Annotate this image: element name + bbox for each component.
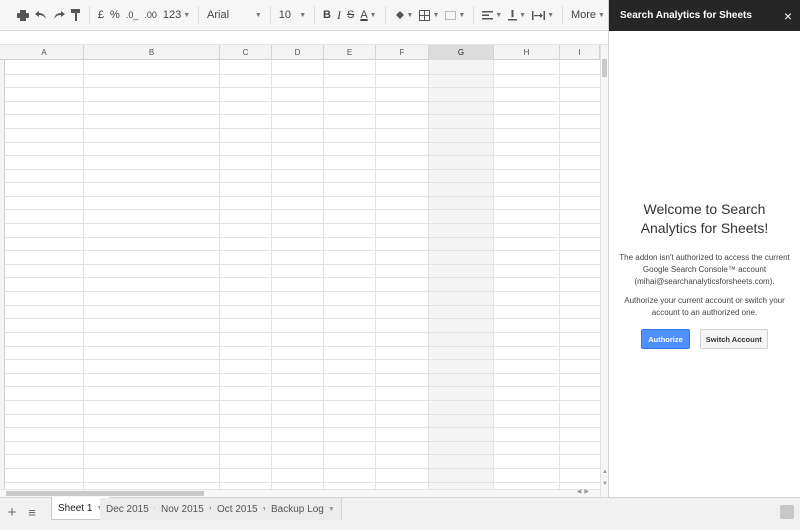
horizontal-scrollbar[interactable]: ◀▶ <box>0 489 600 497</box>
formula-bar[interactable] <box>0 31 608 45</box>
percent-format-button[interactable]: % <box>107 4 123 26</box>
authorization-instruction: Authorize your current account or switch… <box>624 296 785 317</box>
number-format-dropdown[interactable]: 123 ▼ <box>160 4 193 26</box>
horizontal-align-button[interactable]: ▼ <box>479 4 505 26</box>
scroll-thumb[interactable] <box>602 59 607 77</box>
vertical-align-button[interactable]: ▼ <box>505 4 529 26</box>
chevron-down-icon: ▼ <box>369 11 377 19</box>
redo-icon[interactable] <box>50 4 68 26</box>
sheet-tab-label: Backup Log <box>271 503 324 515</box>
explore-icon[interactable] <box>780 505 794 519</box>
sheet-tab-label: Oct 2015 <box>217 503 258 515</box>
column-header[interactable]: D <box>272 45 324 60</box>
number-format-label: 123 <box>162 9 182 21</box>
column-header[interactable]: A <box>5 45 84 60</box>
print-icon[interactable] <box>14 4 32 26</box>
merge-cells-icon <box>445 10 457 20</box>
grid-lines <box>5 60 600 497</box>
chevron-down-icon: ▼ <box>432 11 440 19</box>
spreadsheet-grid[interactable]: ABCDEFGHI <box>0 45 600 497</box>
font-family-dropdown[interactable]: Arial ▼ <box>204 4 265 26</box>
divider <box>198 6 200 24</box>
divider <box>269 6 271 24</box>
column-header[interactable]: F <box>376 45 429 60</box>
sidebar-title: Search Analytics for Sheets <box>620 10 752 21</box>
more-label: More <box>570 9 597 21</box>
undo-icon[interactable] <box>32 4 50 26</box>
sheet-tab[interactable]: Backup Log ▼ <box>265 498 342 520</box>
font-family-label: Arial <box>207 9 230 21</box>
chevron-down-icon: ▼ <box>519 11 527 19</box>
divider <box>384 6 386 24</box>
column-header[interactable]: B <box>84 45 220 60</box>
increase-decimal-button[interactable]: .00 <box>141 4 160 26</box>
column-header[interactable]: I <box>560 45 600 60</box>
all-sheets-icon[interactable]: ≡ <box>24 504 40 522</box>
decrease-decimal-button[interactable]: .0_ <box>123 4 142 26</box>
strikethrough-button[interactable]: S <box>344 4 357 26</box>
toolbar: £ % .0_ .00 123 ▼ Arial ▼ 10 ▼ B I S A ▼ ▼ ▼… <box>0 0 608 31</box>
column-header[interactable]: H <box>494 45 560 60</box>
column-header[interactable]: E <box>324 45 376 60</box>
chevron-down-icon[interactable]: ▼ <box>328 506 335 513</box>
text-color-button[interactable]: A ▼ <box>357 4 379 26</box>
text-wrap-button[interactable]: ▼ <box>529 4 557 26</box>
scroll-arrows-icon[interactable]: ◀▶ <box>577 488 592 495</box>
divider <box>562 6 563 24</box>
sidebar-header: Search Analytics for Sheets × <box>609 0 800 31</box>
sidebar-body: Welcome to Search Analytics for Sheets! … <box>609 200 800 349</box>
welcome-heading: Welcome to Search Analytics for Sheets! <box>640 201 769 236</box>
switch-account-button[interactable]: Switch Account <box>699 329 768 349</box>
authorize-button[interactable]: Authorize <box>641 329 690 349</box>
borders-icon <box>419 9 431 21</box>
chevron-down-icon: ▼ <box>183 11 191 19</box>
sheet-tab-label: Sheet 1 <box>58 502 93 514</box>
scroll-thumb[interactable] <box>6 491 204 496</box>
merge-cells-button[interactable]: ▼ <box>442 4 468 26</box>
addon-sidebar: Search Analytics for Sheets × Welcome to… <box>608 0 800 497</box>
close-icon[interactable]: × <box>784 9 792 23</box>
font-size-label: 10 <box>278 9 291 21</box>
chevron-down-icon: ▼ <box>458 11 466 19</box>
align-left-icon <box>482 10 494 19</box>
sidebar-actions: Authorize Switch Account <box>617 329 792 349</box>
borders-button[interactable]: ▼ <box>416 4 442 26</box>
column-header[interactable]: G <box>429 45 494 60</box>
chevron-down-icon: ▼ <box>299 11 307 19</box>
text-color-label: A <box>360 9 368 21</box>
more-menu-button[interactable]: More ▼ <box>568 4 608 26</box>
add-sheet-icon[interactable]: + <box>4 504 20 522</box>
font-size-dropdown[interactable]: 10 ▼ <box>276 4 309 26</box>
chevron-down-icon: ▼ <box>495 11 503 19</box>
authorization-message: The addon isn't authorized to access the… <box>619 253 790 286</box>
fill-color-button[interactable]: ▼ <box>391 4 417 26</box>
column-headers: ABCDEFGHI <box>0 45 600 60</box>
sheet-tab-label: Nov 2015 <box>161 503 204 515</box>
currency-format-button[interactable]: £ <box>95 4 107 26</box>
italic-button[interactable]: I <box>334 4 344 26</box>
paint-bucket-icon <box>395 10 404 19</box>
chevron-down-icon: ▼ <box>547 11 555 19</box>
chevron-down-icon: ▼ <box>406 11 414 19</box>
divider <box>314 6 316 24</box>
column-header[interactable]: C <box>220 45 272 60</box>
divider <box>473 6 475 24</box>
chevron-down-icon: ▼ <box>598 11 605 19</box>
text-wrap-icon <box>532 10 546 20</box>
selected-column-highlight <box>429 60 494 497</box>
sheet-tab-label: Dec 2015 <box>106 503 149 515</box>
bold-button[interactable]: B <box>320 4 334 26</box>
chevron-down-icon: ▼ <box>254 11 262 19</box>
paint-format-icon[interactable] <box>68 4 84 26</box>
vertical-scrollbar[interactable]: ▲ ▼ <box>600 45 608 497</box>
sheet-tab-bar: + ≡ Sheet 1▼Dec 2015▼Nov 2015▼Oct 2015▼B… <box>0 497 800 530</box>
divider <box>89 6 90 24</box>
align-bottom-icon <box>508 9 518 20</box>
